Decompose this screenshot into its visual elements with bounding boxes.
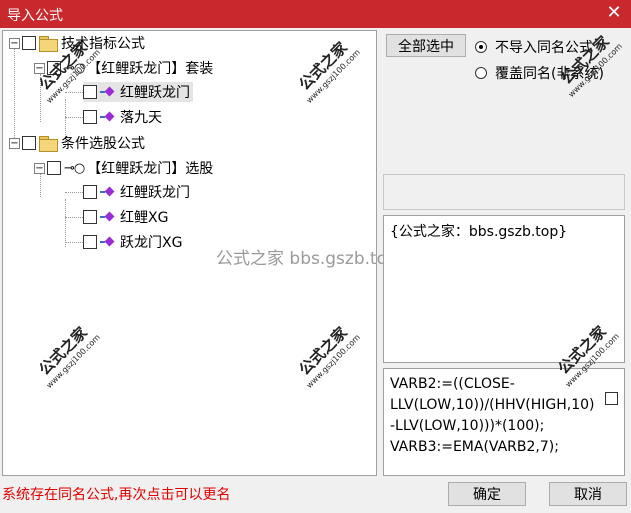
- tree-node-item[interactable]: 红鲤跃龙门: [83, 182, 190, 202]
- tree-node-label: 条件选股公式: [61, 136, 145, 152]
- node-checkbox[interactable]: [83, 210, 97, 224]
- key-icon: ⊸○: [64, 160, 85, 176]
- formula-icon: [100, 110, 116, 124]
- watermark-stamp: 公式之家 www.gszj100.com: [295, 323, 362, 391]
- node-checkbox[interactable]: [83, 185, 97, 199]
- window-title: 导入公式: [7, 8, 63, 24]
- folder-icon: [39, 136, 58, 152]
- tree-node-label: 红鲤XG: [120, 210, 169, 226]
- formula-icon: [100, 85, 116, 99]
- node-checkbox[interactable]: [47, 161, 61, 175]
- select-all-button[interactable]: 全部选中: [386, 34, 466, 57]
- tree-node-item[interactable]: 落九天: [83, 107, 162, 127]
- node-checkbox[interactable]: [83, 235, 97, 249]
- collapse-toggle[interactable]: −: [9, 37, 20, 49]
- tree-node-label: 跃龙门XG: [120, 235, 183, 251]
- radio-dot[interactable]: [475, 67, 487, 79]
- formula-icon: [100, 210, 116, 224]
- node-checkbox[interactable]: [22, 36, 36, 50]
- tree-node-label: 红鲤跃龙门: [120, 185, 190, 201]
- close-icon[interactable]: ✕: [603, 2, 625, 24]
- tree-connector: [65, 192, 83, 193]
- empty-field: [383, 174, 625, 210]
- cancel-button[interactable]: 取消: [549, 482, 627, 506]
- status-message: 系统存在同名公式,再次点击可以更名: [2, 487, 231, 503]
- tree-node-item[interactable]: 红鲤XG: [83, 207, 168, 227]
- tree-node-suite[interactable]: − ⊸○ 【红鲤跃龙门】选股: [34, 158, 213, 178]
- tree-node-label: 落九天: [120, 110, 162, 126]
- watermark-stamp: 公式之家 www.gszj100.com: [35, 323, 102, 391]
- node-checkbox[interactable]: [83, 110, 97, 124]
- tree-node-screener-folder[interactable]: − 条件选股公式: [9, 133, 145, 153]
- tree-connector: [65, 199, 66, 247]
- ok-button[interactable]: 确定: [448, 482, 526, 506]
- tree-node-label: 【红鲤跃龙门】选股: [87, 161, 214, 177]
- tree-connector: [65, 242, 83, 243]
- tree-connector: [14, 49, 15, 142]
- code-checkbox[interactable]: [605, 392, 618, 405]
- title-bar: 导入公式 ✕: [0, 0, 631, 28]
- node-checkbox[interactable]: [22, 136, 36, 150]
- tree-connector: [65, 117, 83, 118]
- collapse-toggle[interactable]: −: [34, 162, 45, 174]
- center-watermark: 公式之家 bbs.gszb.top: [216, 249, 398, 269]
- tree-node-item[interactable]: 红鲤跃龙门: [83, 82, 193, 102]
- formula-icon: [100, 185, 116, 199]
- tree-connector: [65, 217, 83, 218]
- tree-node-item[interactable]: 跃龙门XG: [83, 232, 182, 252]
- radio-dot[interactable]: [475, 41, 487, 53]
- tree-node-label: 红鲤跃龙门: [120, 85, 190, 101]
- formula-icon: [100, 235, 116, 249]
- watermark-stamp: 公式之家 www.gszj100.com: [295, 38, 362, 106]
- folder-icon: [39, 36, 58, 52]
- collapse-toggle[interactable]: −: [9, 137, 20, 149]
- description-text: {公式之家：bbs.gszb.top}: [390, 224, 568, 240]
